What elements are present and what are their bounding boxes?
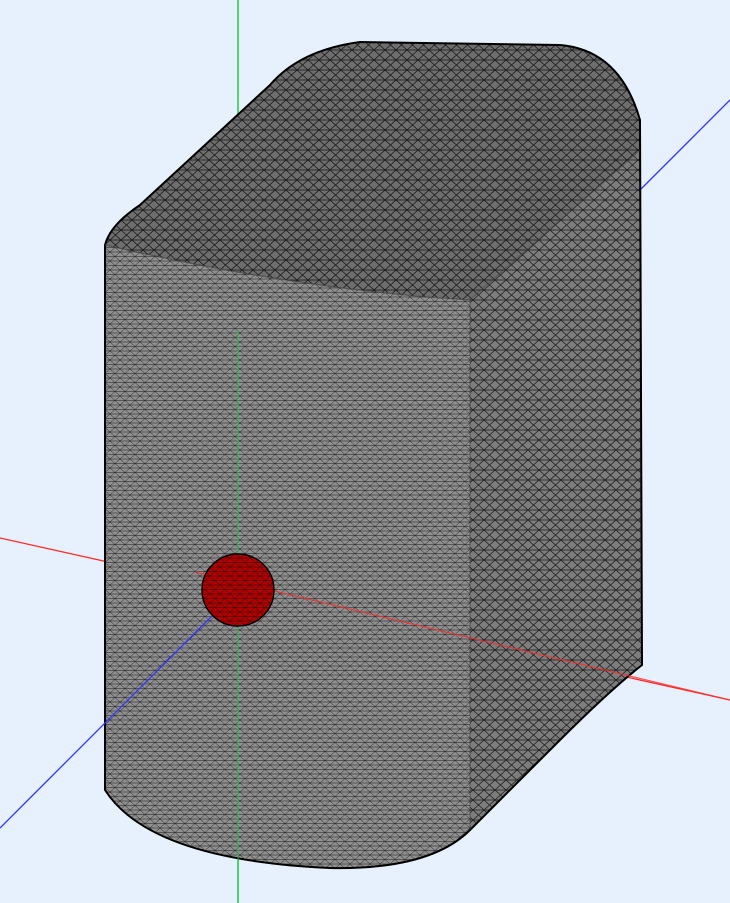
mesh-scene: [0, 0, 730, 903]
marker-disc[interactable]: [201, 553, 275, 627]
3d-viewport[interactable]: [0, 0, 730, 903]
mesh-body[interactable]: [104, 40, 644, 870]
z-axis-line: [639, 99, 730, 191]
